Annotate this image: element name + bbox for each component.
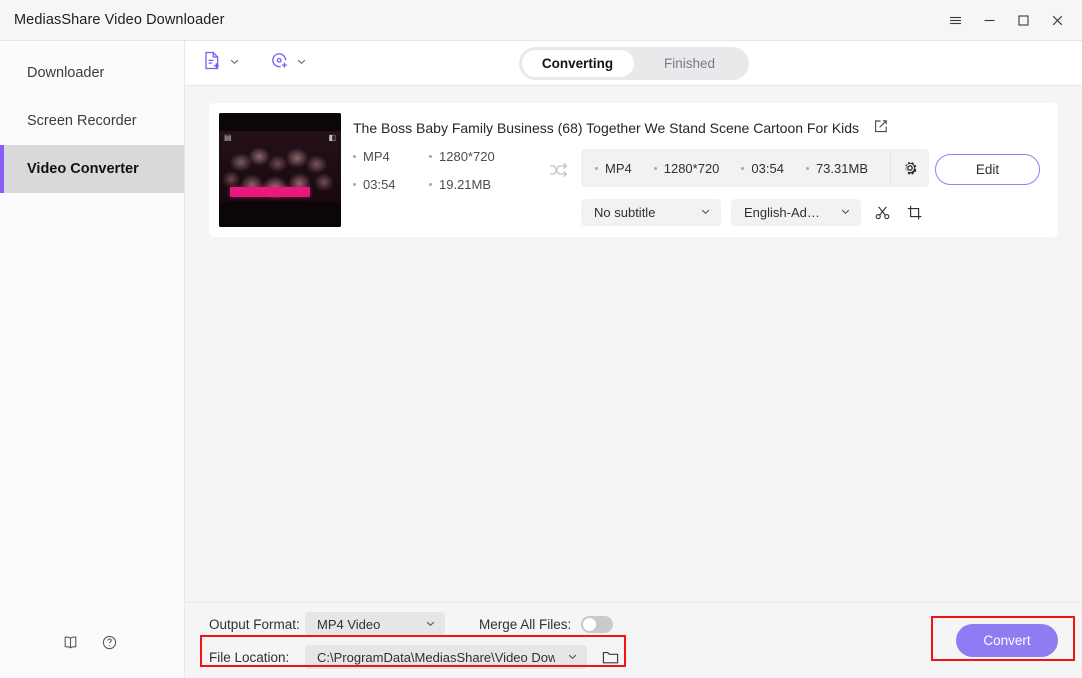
app-window: MediasShare Video Downloader Downloader … — [0, 0, 1082, 678]
bullet-dot — [353, 155, 356, 158]
chevron-down-icon — [686, 205, 711, 220]
gear-icon[interactable] — [890, 149, 929, 187]
toolbar: Converting Finished — [185, 41, 1082, 85]
output-format: MP4 — [595, 161, 632, 176]
sidebar: Downloader Screen Recorder Video Convert… — [0, 41, 185, 678]
file-location-select[interactable]: C:\ProgramData\MediasShare\Video Downloa — [305, 645, 587, 669]
task-tabs: Converting Finished — [518, 46, 749, 80]
tab-finished[interactable]: Finished — [634, 50, 746, 77]
scissors-icon[interactable] — [871, 202, 893, 224]
add-disc-button[interactable] — [268, 49, 307, 77]
sidebar-item-label: Screen Recorder — [27, 113, 137, 129]
add-file-icon — [201, 49, 224, 77]
sidebar-item-screen-recorder[interactable]: Screen Recorder — [0, 97, 184, 145]
bullet-dot — [429, 183, 432, 186]
source-resolution-value: 1280*720 — [439, 149, 495, 164]
task-card: ▤ ◧ The Boss Baby Family Business (68) T… — [209, 103, 1058, 237]
sidebar-footer — [0, 634, 184, 678]
chevron-down-icon — [296, 54, 307, 72]
merge-all-files-label: Merge All Files: — [479, 616, 572, 632]
output-size-value: 73.31MB — [815, 160, 868, 176]
source-size-value: 19.21MB — [439, 177, 492, 192]
sidebar-item-label: Downloader — [27, 65, 105, 81]
file-location-label: File Location: — [209, 649, 290, 665]
video-title: The Boss Baby Family Business (68) Toget… — [353, 119, 860, 136]
window-controls — [938, 0, 1082, 41]
output-format-row: Output Format: MP4 Video Merge All Files… — [209, 611, 620, 637]
bullet-dot — [653, 166, 657, 170]
convert-button[interactable]: Convert — [956, 624, 1058, 657]
bullet-dot — [741, 166, 745, 170]
bullet-dot — [595, 166, 598, 170]
bullet-dot — [353, 183, 356, 186]
task-list: ▤ ◧ The Boss Baby Family Business (68) T… — [185, 85, 1082, 602]
chevron-down-icon — [229, 54, 240, 72]
task-details: The Boss Baby Family Business (68) Toget… — [341, 113, 1048, 227]
menu-icon[interactable] — [938, 0, 972, 41]
app-title: MediasShare Video Downloader — [14, 12, 225, 28]
close-icon[interactable] — [1040, 0, 1074, 41]
source-duration: 03:54 — [353, 177, 429, 192]
chevron-down-icon — [413, 617, 436, 632]
merge-all-files-toggle[interactable] — [581, 615, 614, 633]
chevron-down-icon — [555, 650, 578, 665]
output-size: 73.31MB — [805, 160, 868, 176]
output-duration-value: 03:54 — [751, 160, 784, 176]
sidebar-item-downloader[interactable]: Downloader — [0, 49, 184, 97]
sidebar-item-video-converter[interactable]: Video Converter — [0, 145, 184, 193]
source-format: MP4 — [353, 149, 429, 164]
folder-icon[interactable] — [601, 648, 620, 667]
output-resolution-value: 1280*720 — [663, 160, 720, 176]
add-disc-icon — [268, 49, 291, 77]
track-options-row: No subtitle English-Advan... — [581, 199, 1048, 226]
video-title-row: The Boss Baby Family Business (68) Toget… — [353, 118, 1048, 137]
output-resolution: 1280*720 — [653, 160, 720, 176]
thumbnail-film-icon: ▤ — [224, 133, 232, 142]
manual-book-icon[interactable] — [62, 634, 79, 656]
crop-icon[interactable] — [903, 202, 925, 224]
file-location-row: File Location: C:\ProgramData\MediasShar… — [209, 644, 620, 670]
maximize-icon[interactable] — [1006, 0, 1040, 41]
source-resolution: 1280*720 — [429, 149, 543, 164]
tab-converting[interactable]: Converting — [521, 49, 634, 77]
source-duration-value: 03:54 — [363, 177, 396, 192]
edit-title-icon[interactable] — [873, 118, 889, 137]
subtitle-select[interactable]: No subtitle — [581, 199, 721, 226]
edit-button[interactable]: Edit — [935, 154, 1040, 185]
file-location-value: C:\ProgramData\MediasShare\Video Downloa — [317, 649, 555, 665]
source-format-value: MP4 — [363, 149, 390, 164]
toggle-knob — [583, 617, 597, 631]
bullet-dot — [429, 155, 432, 158]
add-file-button[interactable] — [201, 49, 240, 77]
output-format-value: MP4 — [605, 160, 632, 176]
audio-track-value: English-Advan... — [744, 205, 826, 220]
convert-arrows-icon — [547, 159, 569, 186]
output-settings: Output Format: MP4 Video Merge All Files… — [209, 611, 620, 670]
output-format-value: MP4 Video — [317, 616, 381, 632]
sidebar-item-label: Video Converter — [27, 161, 139, 177]
source-meta: MP4 1280*720 03:54 19.21MB — [353, 149, 543, 192]
subtitle-select-value: No subtitle — [594, 205, 656, 220]
audio-track-select[interactable]: English-Advan... — [731, 199, 861, 226]
bottom-bar: Output Format: MP4 Video Merge All Files… — [185, 602, 1082, 678]
bullet-dot — [805, 166, 809, 170]
minimize-icon[interactable] — [972, 0, 1006, 41]
source-size: 19.21MB — [429, 177, 543, 192]
thumbnail-title-banner — [229, 187, 311, 198]
video-thumbnail[interactable]: ▤ ◧ — [219, 113, 341, 227]
output-format-select[interactable]: MP4 Video — [305, 612, 445, 636]
chevron-down-icon — [826, 205, 851, 220]
title-bar: MediasShare Video Downloader — [0, 0, 1082, 41]
thumbnail-badge-icon: ◧ — [328, 133, 336, 142]
output-duration: 03:54 — [741, 161, 784, 176]
window-body: Downloader Screen Recorder Video Convert… — [0, 41, 1082, 678]
main-area: Converting Finished ▤ ◧ The Boss Baby Fa… — [185, 41, 1082, 678]
convert-area: Convert — [956, 624, 1058, 657]
output-format-label: Output Format: — [209, 616, 300, 632]
help-icon[interactable] — [101, 634, 118, 656]
output-meta: MP4 1280*720 03:54 73.31MB — [581, 149, 929, 187]
